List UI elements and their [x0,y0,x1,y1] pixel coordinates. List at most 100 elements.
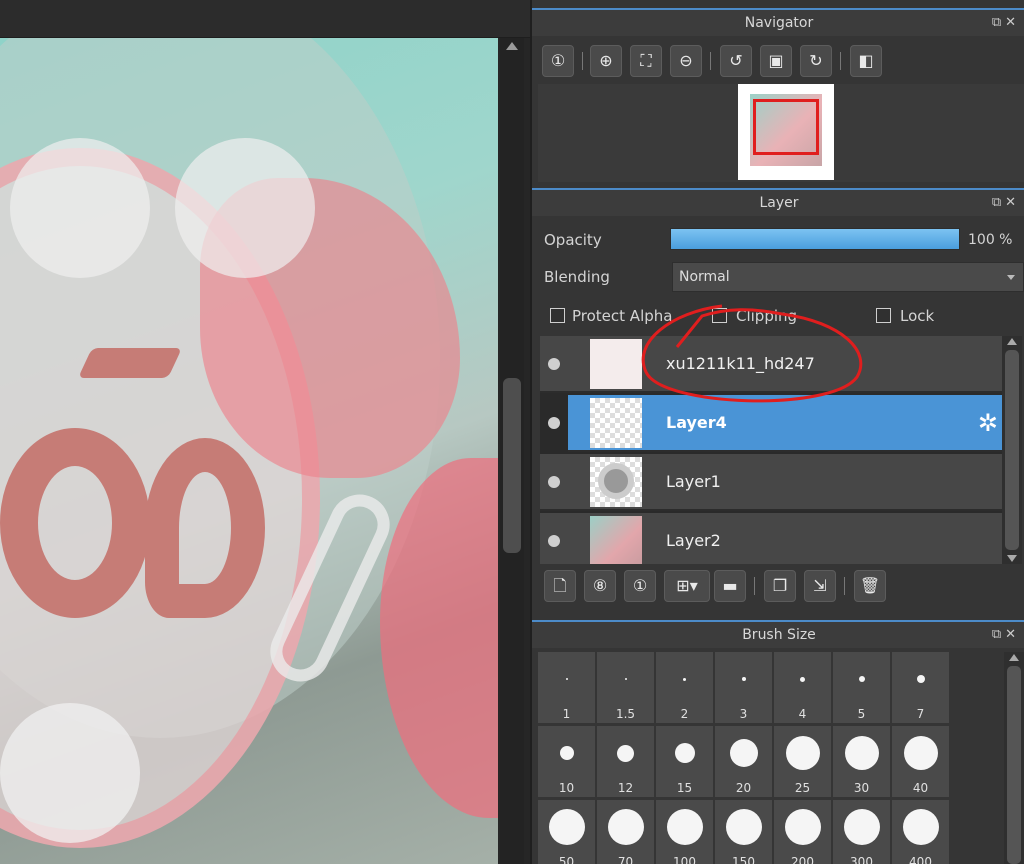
rotate-right-icon[interactable]: ↻ [800,45,832,77]
folder-icon[interactable]: ▬ [714,570,746,602]
brush-size-label: 300 [850,855,873,864]
brush-dot-icon [683,677,686,681]
lock-label: Lock [900,307,935,325]
brush-size-label: 1.5 [615,707,636,721]
scroll-thumb[interactable] [1007,666,1021,864]
brush-size-cell[interactable]: 1.5 [597,652,654,723]
gear-icon[interactable]: ✲ [978,409,998,437]
scroll-thumb[interactable] [503,378,521,553]
scroll-thumb[interactable] [1005,350,1019,550]
brush-dot-icon [624,678,627,680]
brush-size-label: 30 [853,781,870,795]
flip-icon[interactable]: ◧ [850,45,882,77]
brush-size-cell[interactable]: 2 [656,652,713,723]
canvas-top-strip [0,0,530,38]
zoom-actual-icon[interactable]: ① [542,45,574,77]
blending-value: Normal [679,269,730,285]
layer-row[interactable]: Layer1 [540,454,1002,511]
brush-size-label: 15 [676,781,693,795]
brush-size-cell[interactable]: 50 [538,800,595,864]
brush-dot-icon [784,809,821,845]
zoom-in-icon[interactable]: ⊕ [590,45,622,77]
layer-row[interactable]: Layer2 [540,513,1002,564]
flower-decoration [175,138,315,278]
brush-size-cell[interactable]: 70 [597,800,654,864]
brush-size-scrollbar[interactable] [1004,652,1024,864]
protect-alpha-checkbox[interactable] [550,308,565,323]
brush-size-cell[interactable]: 12 [597,726,654,797]
panel-popout-close-icon[interactable]: ⧉✕ [992,10,1020,36]
view-frame[interactable] [753,99,819,155]
visibility-icon[interactable] [548,535,560,547]
brush-size-label: 12 [617,781,634,795]
canvas-area[interactable] [0,0,530,864]
new-layer-icon[interactable]: 🗋 [544,570,576,602]
duplicate-layer-icon[interactable]: ❐ [764,570,796,602]
scroll-down-icon[interactable] [1007,555,1017,562]
new-8bit-layer-icon[interactable]: ⑧ [584,570,616,602]
brush-dot-icon [674,743,695,763]
layer-name: Layer4 [666,413,727,432]
chevron-down-icon [1007,275,1015,280]
brush-size-label: 400 [909,855,932,864]
brush-size-label: 70 [617,855,634,864]
scroll-up-icon[interactable] [506,42,518,50]
brush-size-grid[interactable]: 1 1.5 2 3 4 5 7 10 12 15 20 25 30 40 50 70 100 150 200 300 4… [538,652,952,864]
blending-select[interactable]: Normal [672,262,1024,292]
separator [710,52,711,70]
brush-size-cell[interactable]: 150 [715,800,772,864]
visibility-icon[interactable] [548,417,560,429]
brush-size-cell[interactable]: 7 [892,652,949,723]
brush-dot-icon [741,677,746,681]
delete-layer-icon[interactable]: 🗑 [854,570,886,602]
panel-popout-close-icon[interactable]: ⧉✕ [992,190,1020,216]
layer-thumbnail [590,457,642,507]
brush-size-cell[interactable]: 100 [656,800,713,864]
brush-size-cell[interactable]: 10 [538,726,595,797]
brush-size-cell[interactable]: 30 [833,726,890,797]
zoom-out-icon[interactable]: ⊖ [670,45,702,77]
brush-size-label: 200 [791,855,814,864]
brush-size-cell[interactable]: 3 [715,652,772,723]
layer-title: Layer [759,195,799,211]
brush-size-cell[interactable]: 400 [892,800,949,864]
navigator-thumbnail[interactable] [738,84,834,180]
brush-size-cell[interactable]: 25 [774,726,831,797]
brush-size-cell[interactable]: 15 [656,726,713,797]
brush-size-cell[interactable]: 200 [774,800,831,864]
brush-size-label: 25 [794,781,811,795]
brush-size-cell[interactable]: 4 [774,652,831,723]
opacity-slider[interactable] [670,228,960,250]
layer-name: Layer1 [666,472,721,491]
artwork-canvas[interactable] [0,38,498,864]
brush-size-cell[interactable]: 5 [833,652,890,723]
brush-size-cell[interactable]: 300 [833,800,890,864]
lock-checkbox[interactable] [876,308,891,323]
brush-dot-icon [785,736,820,770]
brush-dot-icon [902,809,939,845]
brush-size-cell[interactable]: 1 [538,652,595,723]
navigator-preview[interactable] [538,84,1024,182]
fit-icon[interactable]: ⛶ [630,45,662,77]
canvas-vertical-scrollbar[interactable] [500,38,524,864]
visibility-icon[interactable] [548,476,560,488]
brush-dot-icon [565,678,568,680]
scroll-up-icon[interactable] [1009,654,1019,661]
fullscreen-icon[interactable]: ▣ [760,45,792,77]
flower-decoration [10,138,150,278]
scroll-up-icon[interactable] [1007,338,1017,345]
brush-dot-icon [725,809,762,845]
brush-dot-icon [916,675,925,683]
panel-popout-close-icon[interactable]: ⧉✕ [992,622,1020,648]
red-annotation-circle [641,304,863,403]
brush-size-cell[interactable]: 20 [715,726,772,797]
navigator-title-bar: Navigator ⧉✕ [532,8,1024,36]
rotate-left-icon[interactable]: ↺ [720,45,752,77]
brush-size-cell[interactable]: 40 [892,726,949,797]
new-1bit-layer-icon[interactable]: ① [624,570,656,602]
visibility-icon[interactable] [548,358,560,370]
merge-layer-icon[interactable]: ⇲ [804,570,836,602]
layer-list-scrollbar[interactable] [1002,336,1022,564]
add-layer-menu-icon[interactable]: ⊞▾ [664,570,710,602]
brush-size-title: Brush Size [742,627,816,643]
